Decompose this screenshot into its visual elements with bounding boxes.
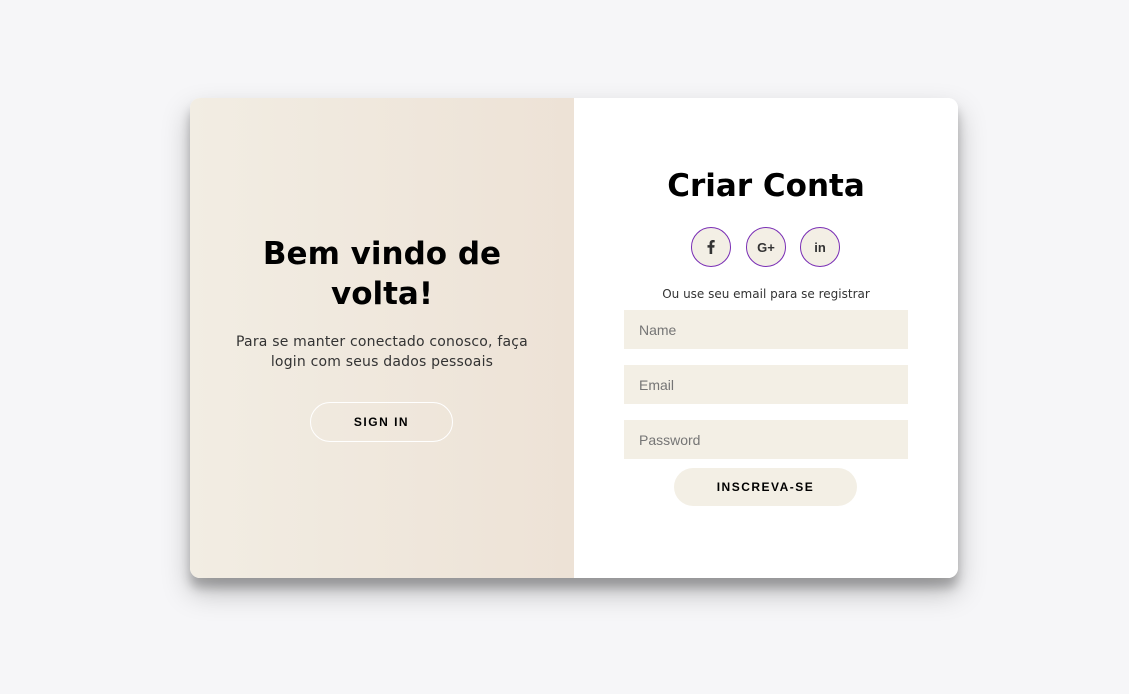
signup-form-panel: Criar Conta G+ in Ou use seu email para … bbox=[574, 98, 958, 578]
sign-in-button[interactable]: SIGN IN bbox=[310, 402, 453, 442]
google-plus-icon: G+ bbox=[757, 239, 775, 255]
welcome-title: Bem vindo de volta! bbox=[262, 236, 502, 312]
password-input[interactable] bbox=[624, 420, 908, 459]
linkedin-icon: in bbox=[814, 239, 826, 255]
signup-submit-button[interactable]: INSCREVA-SE bbox=[674, 468, 857, 506]
name-input[interactable] bbox=[624, 310, 908, 349]
auth-card: Bem vindo de volta! Para se manter conec… bbox=[190, 98, 958, 578]
signup-title: Criar Conta bbox=[667, 168, 865, 204]
email-input[interactable] bbox=[624, 365, 908, 404]
social-login-group: G+ in bbox=[691, 227, 841, 267]
google-plus-button[interactable]: G+ bbox=[746, 227, 786, 267]
linkedin-button[interactable]: in bbox=[800, 227, 840, 267]
welcome-text: Para se manter conectado conosco, faça l… bbox=[236, 334, 528, 370]
signup-hint: Ou use seu email para se registrar bbox=[662, 287, 870, 301]
facebook-button[interactable] bbox=[691, 227, 731, 267]
facebook-icon bbox=[707, 240, 715, 254]
welcome-overlay-panel: Bem vindo de volta! Para se manter conec… bbox=[190, 98, 574, 578]
